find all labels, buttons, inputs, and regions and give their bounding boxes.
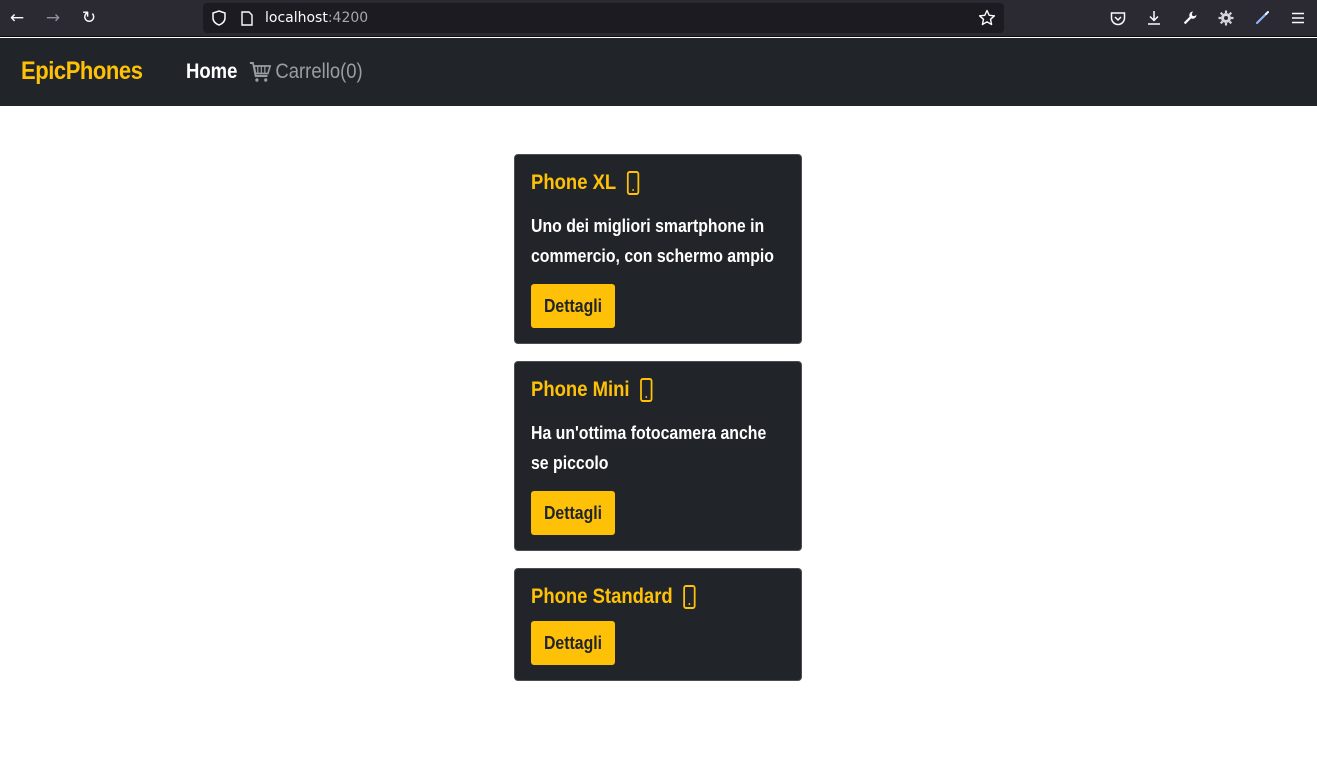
cart-label: Carrello(0) <box>275 60 363 83</box>
phone-icon <box>640 378 653 402</box>
product-description: Ha un'ottima fotocamera anche se piccolo <box>531 423 767 473</box>
app-navbar: EpicPhones Home Carrello(0) <box>0 38 1317 106</box>
product-title: Phone Mini <box>531 378 653 402</box>
page-icon[interactable] <box>237 8 257 28</box>
shopping-cart-icon <box>249 62 272 82</box>
brand-logo[interactable]: EpicPhones <box>21 57 143 86</box>
nav-link-home[interactable]: Home <box>186 60 237 84</box>
reload-icon[interactable]: ↻ <box>76 6 102 30</box>
details-button[interactable]: Dettagli <box>531 621 615 665</box>
pocket-icon[interactable] <box>1105 6 1131 30</box>
url-text[interactable]: localhost:4200 <box>265 10 368 26</box>
details-button[interactable]: Dettagli <box>531 491 615 535</box>
forward-arrow-icon[interactable]: → <box>40 6 66 30</box>
wrench-icon[interactable] <box>1177 6 1203 30</box>
product-card: Phone Mini Ha un'ottima fotocamera anche… <box>514 361 802 551</box>
details-button[interactable]: Dettagli <box>531 284 615 328</box>
hamburger-menu-icon[interactable] <box>1285 6 1311 30</box>
address-bar[interactable]: localhost:4200 <box>203 3 1004 33</box>
phone-icon <box>683 585 696 609</box>
phone-icon <box>626 171 640 195</box>
product-card: Phone Standard Dettagli <box>514 568 802 681</box>
back-arrow-icon[interactable]: ← <box>4 6 30 30</box>
product-description: Uno dei migliori smartphone in commercio… <box>531 216 774 266</box>
download-icon[interactable] <box>1141 6 1167 30</box>
product-title: Phone Standard <box>531 585 696 609</box>
extension-gear-icon[interactable] <box>1213 6 1239 30</box>
shield-icon[interactable] <box>209 8 229 28</box>
product-title: Phone XL <box>531 171 640 195</box>
bookmark-star-icon[interactable] <box>977 8 997 28</box>
nav-link-cart[interactable]: Carrello(0) <box>249 60 363 84</box>
product-card: Phone XL Uno dei migliori smartphone in … <box>514 154 802 344</box>
browser-toolbar: ← → ↻ localhost:4200 <box>0 0 1317 37</box>
pen-extension-icon[interactable] <box>1249 6 1275 30</box>
